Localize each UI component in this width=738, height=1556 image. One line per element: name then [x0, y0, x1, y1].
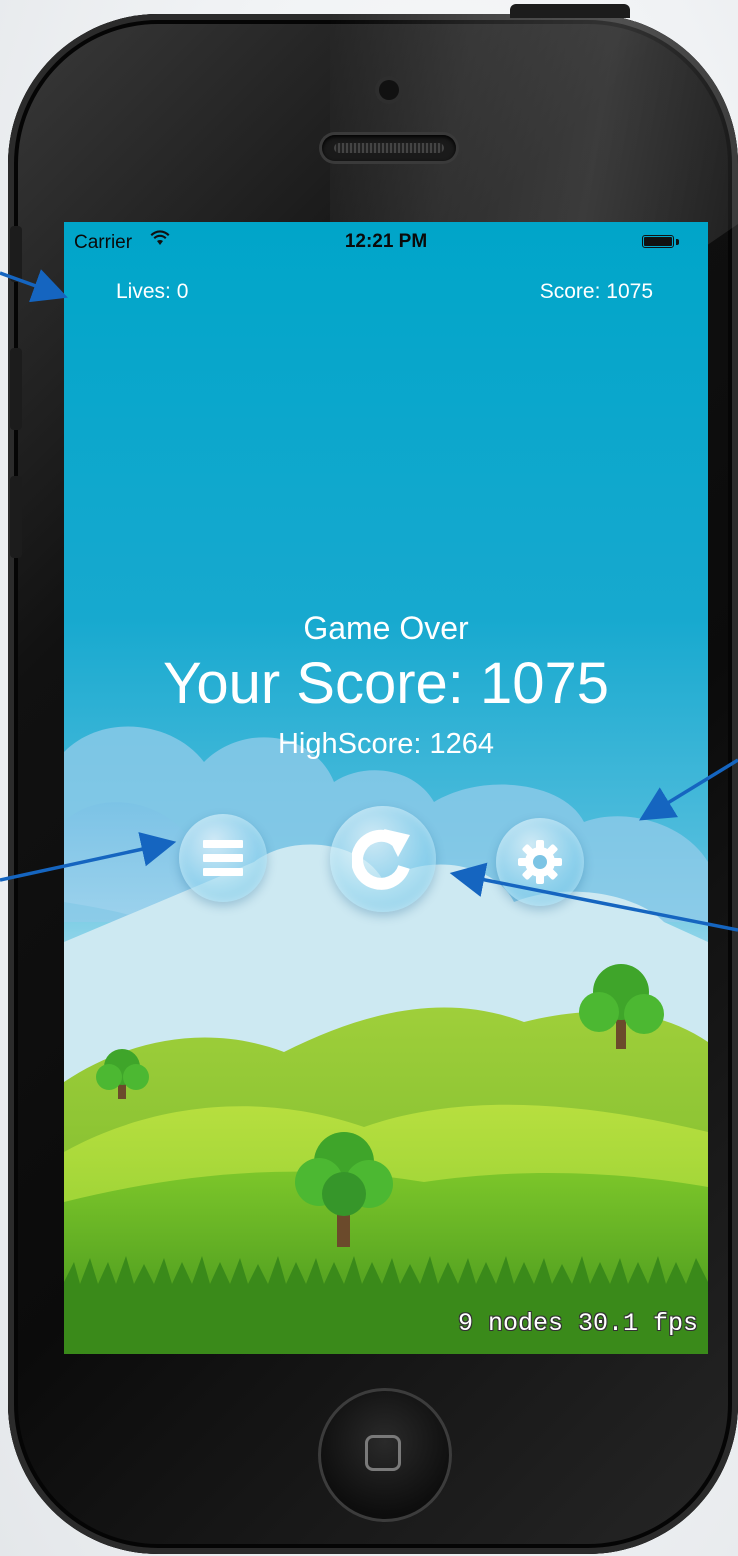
gear-icon: [518, 840, 562, 884]
landscape-background: [64, 726, 708, 1354]
game-screen: Carrier 12:21 PM Lives: 0 Score: 1075 Ga…: [64, 222, 708, 1354]
home-button[interactable]: [318, 1388, 452, 1522]
status-bar: Carrier 12:21 PM: [64, 222, 708, 256]
mute-switch: [10, 226, 22, 282]
speaker: [322, 135, 456, 161]
menu-button[interactable]: [179, 814, 267, 902]
lives-label: Lives: 0: [116, 280, 189, 303]
settings-button[interactable]: [496, 818, 584, 906]
replay-button[interactable]: [330, 806, 436, 912]
volume-up-button: [10, 348, 22, 430]
final-score: Your Score: 1075: [162, 651, 610, 716]
menu-icon: [203, 840, 243, 876]
home-square-icon: [365, 1435, 401, 1471]
high-score: HighScore: 1264: [277, 728, 495, 760]
battery-icon: [642, 235, 674, 248]
replay-icon: [352, 829, 410, 890]
volume-down-button: [10, 476, 22, 558]
clock: 12:21 PM: [344, 231, 428, 252]
debug-stats: 9 nodes 30.1 fps: [457, 1309, 698, 1338]
camera: [379, 80, 399, 100]
game-over-title: Game Over: [303, 610, 469, 646]
battery-tip: [676, 239, 679, 245]
power-button: [510, 4, 630, 18]
score-label: Score: 1075: [539, 280, 653, 303]
